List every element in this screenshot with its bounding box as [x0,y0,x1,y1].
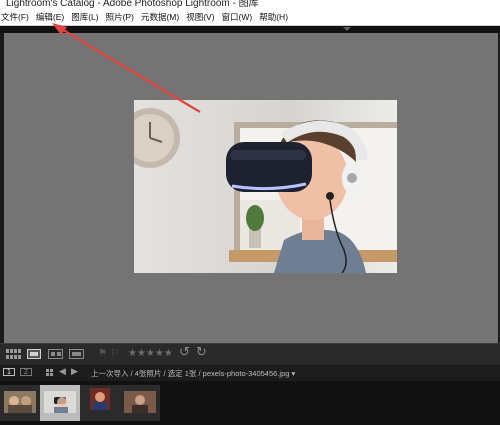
forward-arrow-icon[interactable]: ▶ [71,367,78,377]
filmstrip-source-path[interactable]: 上一次导入 / 4张照片 / 选定 1张 / pexels-photo-3405… [91,368,295,379]
filmstrip-thumbnail-selected[interactable] [40,385,80,421]
filmstrip [0,381,500,425]
flag-reject-icon[interactable]: ⚐ [110,349,119,359]
filmstrip-thumbnail[interactable] [80,385,120,421]
thumbnail-image [90,388,110,410]
filmstrip-header: 1 2 ◀ ▶ 上一次导入 / 4张照片 / 选定 1张 / pexels-ph… [0,365,500,381]
window-title: Lightroom's Catalog - Adobe Photoshop Li… [6,0,259,8]
photo-vr-boy [134,100,397,273]
top-panel-strip [0,26,500,33]
survey-view-icon[interactable] [69,349,84,359]
grid-shortcut-icon[interactable] [46,369,53,376]
menu-edit[interactable]: 编辑(E) [33,11,68,23]
menu-view[interactable]: 视图(V) [183,11,218,23]
thumbnail-image [44,391,76,413]
second-window-button[interactable]: 2 [20,368,32,376]
title-bar: Lightroom's Catalog - Adobe Photoshop Li… [0,0,500,8]
grid-view-icon[interactable] [6,349,21,359]
menu-photo[interactable]: 照片(P) [103,11,138,23]
panel-toggle-arrow-icon[interactable] [343,27,351,31]
loupe-view [4,33,498,343]
menu-help[interactable]: 帮助(H) [256,11,292,23]
loupe-toolbar: ⚑ ⚐ ★★★★★ ↺ ↻ [0,343,500,365]
loupe-view-icon[interactable] [27,349,41,359]
thumbnail-image [124,391,156,413]
filmstrip-thumbnail[interactable] [0,385,40,421]
star-rating[interactable]: ★★★★★ [128,348,173,360]
menu-file[interactable]: 文件(F) [0,11,33,23]
filmstrip-thumbnail[interactable] [120,385,160,421]
rotate-right-icon[interactable]: ↻ [196,346,207,360]
menu-library[interactable]: 图库(L) [68,11,102,23]
compare-view-icon[interactable] [48,349,63,359]
rotate-left-icon[interactable]: ↺ [179,346,190,360]
menu-window[interactable]: 窗口(W) [219,11,257,23]
menu-metadata[interactable]: 元数据(M) [138,11,183,23]
main-window-button[interactable]: 1 [3,368,15,376]
main-photo[interactable] [134,100,397,273]
back-arrow-icon[interactable]: ◀ [59,367,66,377]
thumbnail-image [4,391,36,413]
flag-pick-icon[interactable]: ⚑ [98,349,107,359]
menu-bar: 文件(F) 编辑(E) 图库(L) 照片(P) 元数据(M) 视图(V) 窗口(… [0,8,500,26]
